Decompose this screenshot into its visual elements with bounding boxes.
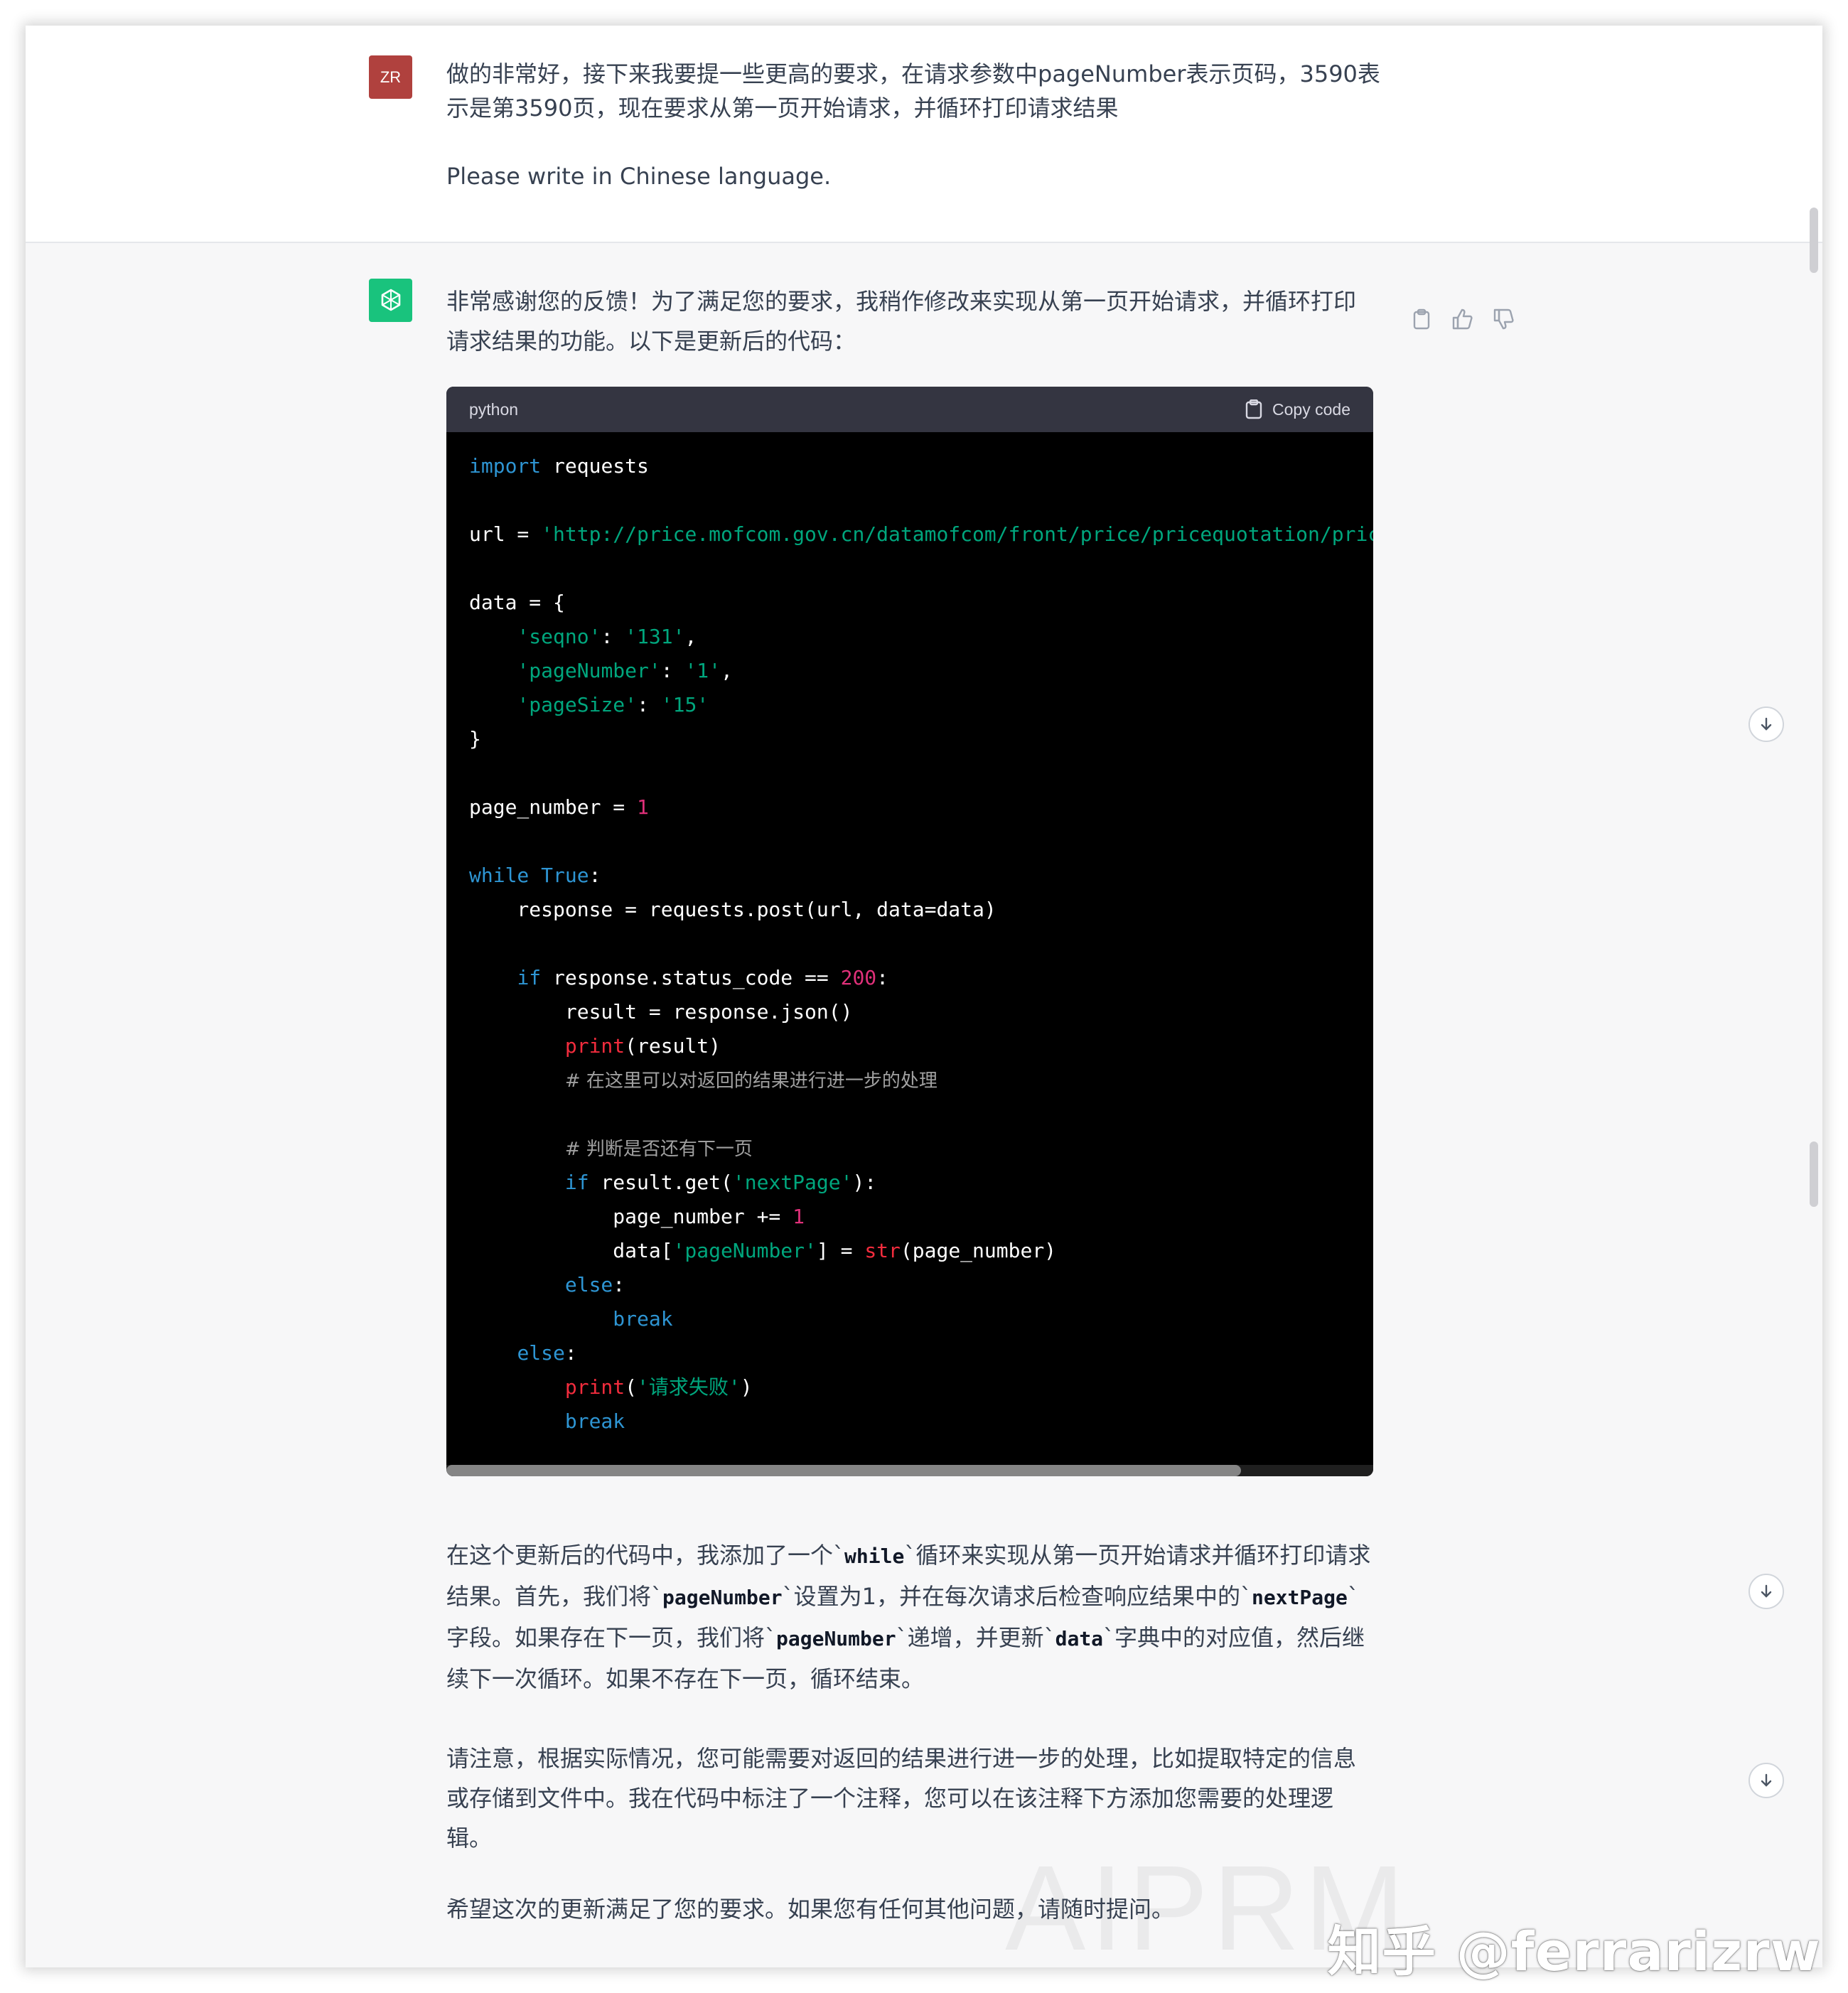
code-content[interactable]: import requests url = 'http://price.mofc…: [446, 432, 1373, 1476]
assistant-text-line: 字段。如果存在下一页，我们将`pageNumber`递增，并更新`data`字典…: [446, 1624, 1365, 1651]
copy-code-button[interactable]: Copy code: [1245, 399, 1350, 419]
thumbs-down-icon[interactable]: [1492, 307, 1516, 331]
assistant-intro: 非常感谢您的反馈！为了满足您的要求，我稍作修改来实现从第一页开始请求，并循环打印…: [446, 281, 1413, 361]
arrow-down-icon: [1761, 1584, 1772, 1598]
assistant-text-line: 辑。: [446, 1825, 493, 1852]
chat-window: ZR 做的非常好，接下来我要提一些更高的要求，在请求参数中pageNumber表…: [26, 26, 1822, 1967]
code-line: 'seqno': '131',: [517, 625, 697, 648]
explanation-paragraph: 在这个更新后的代码中，我添加了一个`while`循环来实现从第一页开始请求并循环…: [446, 1535, 1413, 1699]
user-message: ZR 做的非常好，接下来我要提一些更高的要求，在请求参数中pageNumber表…: [26, 26, 1822, 243]
inline-code: pageNumber: [662, 1586, 783, 1609]
inline-code: pageNumber: [776, 1627, 896, 1650]
copy-icon[interactable]: [1409, 307, 1434, 331]
code-line: response = requests.post(url, data=data): [469, 898, 996, 921]
code-line: break: [564, 1409, 625, 1433]
arrow-down-icon: [1761, 1773, 1772, 1787]
code-line: data = {: [469, 591, 565, 614]
assistant-text-line: 请求结果的功能。以下是更新后的代码：: [446, 328, 856, 355]
user-text-line: 做的非常好，接下来我要提一些更高的要求，在请求参数中pageNumber表示页码…: [446, 60, 1380, 87]
horizontal-scrollbar[interactable]: [446, 1465, 1373, 1476]
code-line: print('请求失败'): [564, 1375, 753, 1399]
chatgpt-logo-icon: [369, 279, 412, 322]
vertical-scrollbar-thumb[interactable]: [1810, 208, 1818, 273]
code-line: 'pageNumber': '1',: [517, 659, 733, 682]
code-line: page_number = 1: [469, 795, 649, 819]
code-line: # 在这里可以对返回的结果进行进一步的处理: [564, 1070, 938, 1092]
code-language-label: python: [469, 399, 519, 419]
code-line: data['pageNumber'] = str(page_number): [469, 1239, 1057, 1262]
zhihu-watermark: 知乎 @ferrarizrw: [1327, 1920, 1821, 1983]
inline-code: nextPage: [1251, 1586, 1348, 1609]
code-line: import requests: [469, 454, 649, 478]
code-line: result = response.json(): [469, 1000, 853, 1024]
horizontal-scrollbar-thumb[interactable]: [446, 1465, 1241, 1476]
code-line: break: [613, 1307, 673, 1331]
scroll-down-button[interactable]: [1748, 1574, 1784, 1609]
arrow-down-icon: [1761, 717, 1772, 731]
assistant-text-line: 在这个更新后的代码中，我添加了一个`while`循环来实现从第一页开始请求并循环…: [446, 1542, 1371, 1569]
user-text-line: 示是第3590页，现在要求从第一页开始请求，并循环打印请求结果: [446, 95, 1119, 122]
assistant-text-line: 非常感谢您的反馈！为了满足您的要求，我稍作修改来实现从第一页开始请求，并循环打印: [446, 288, 1357, 315]
code-line: print(result): [564, 1034, 721, 1058]
code-block: python Copy code import requests url = '…: [446, 387, 1373, 1476]
code-line: url = 'http://price.mofcom.gov.cn/datamo…: [469, 522, 1373, 546]
code-line: else:: [517, 1341, 577, 1365]
message-actions: [1409, 307, 1516, 331]
scroll-down-button[interactable]: [1748, 1763, 1784, 1798]
code-header: python Copy code: [446, 387, 1373, 432]
clipboard-icon: [1245, 399, 1262, 419]
code-line: if result.get('nextPage'):: [564, 1171, 877, 1194]
assistant-text-line: 请注意，根据实际情况，您可能需要对返回的结果进行进一步的处理，比如提取特定的信息: [446, 1745, 1357, 1772]
inline-code: data: [1055, 1627, 1104, 1650]
user-message-text: 做的非常好，接下来我要提一些更高的要求，在请求参数中pageNumber表示页码…: [446, 57, 1413, 193]
inline-code: while: [844, 1545, 905, 1568]
assistant-text-line: 结果。首先，我们将`pageNumber`设置为1，并在每次请求后检查响应结果中…: [446, 1583, 1359, 1610]
scroll-down-button[interactable]: [1748, 707, 1784, 742]
assistant-text-line: 希望这次的更新满足了您的要求。如果您有任何其他问题，请随时提问。: [446, 1896, 1175, 1923]
code-line: 'pageSize': '15': [517, 693, 709, 716]
user-avatar: ZR: [369, 55, 412, 99]
thumbs-up-icon[interactable]: [1451, 307, 1475, 331]
note-paragraph: 请注意，根据实际情况，您可能需要对返回的结果进行进一步的处理，比如提取特定的信息…: [446, 1739, 1413, 1858]
code-line: else:: [564, 1273, 625, 1296]
vertical-scrollbar-thumb[interactable]: [1810, 1141, 1818, 1207]
assistant-text-line: 或存储到文件中。我在代码中标注了一个注释，您可以在该注释下方添加您需要的处理逻: [446, 1785, 1334, 1812]
code-line: # 判断是否还有下一页: [564, 1139, 753, 1160]
code-line: while True:: [469, 864, 601, 887]
user-text-line: Please write in Chinese language.: [446, 163, 832, 190]
code-line: }: [469, 727, 481, 751]
copy-code-label: Copy code: [1272, 399, 1350, 419]
code-line: if response.status_code == 200:: [517, 966, 889, 989]
closing-paragraph: 希望这次的更新满足了您的要求。如果您有任何其他问题，请随时提问。: [446, 1889, 1413, 1929]
code-line: page_number += 1: [469, 1205, 805, 1228]
assistant-text-line: 续下一次循环。如果不存在下一页，循环结束。: [446, 1665, 925, 1692]
